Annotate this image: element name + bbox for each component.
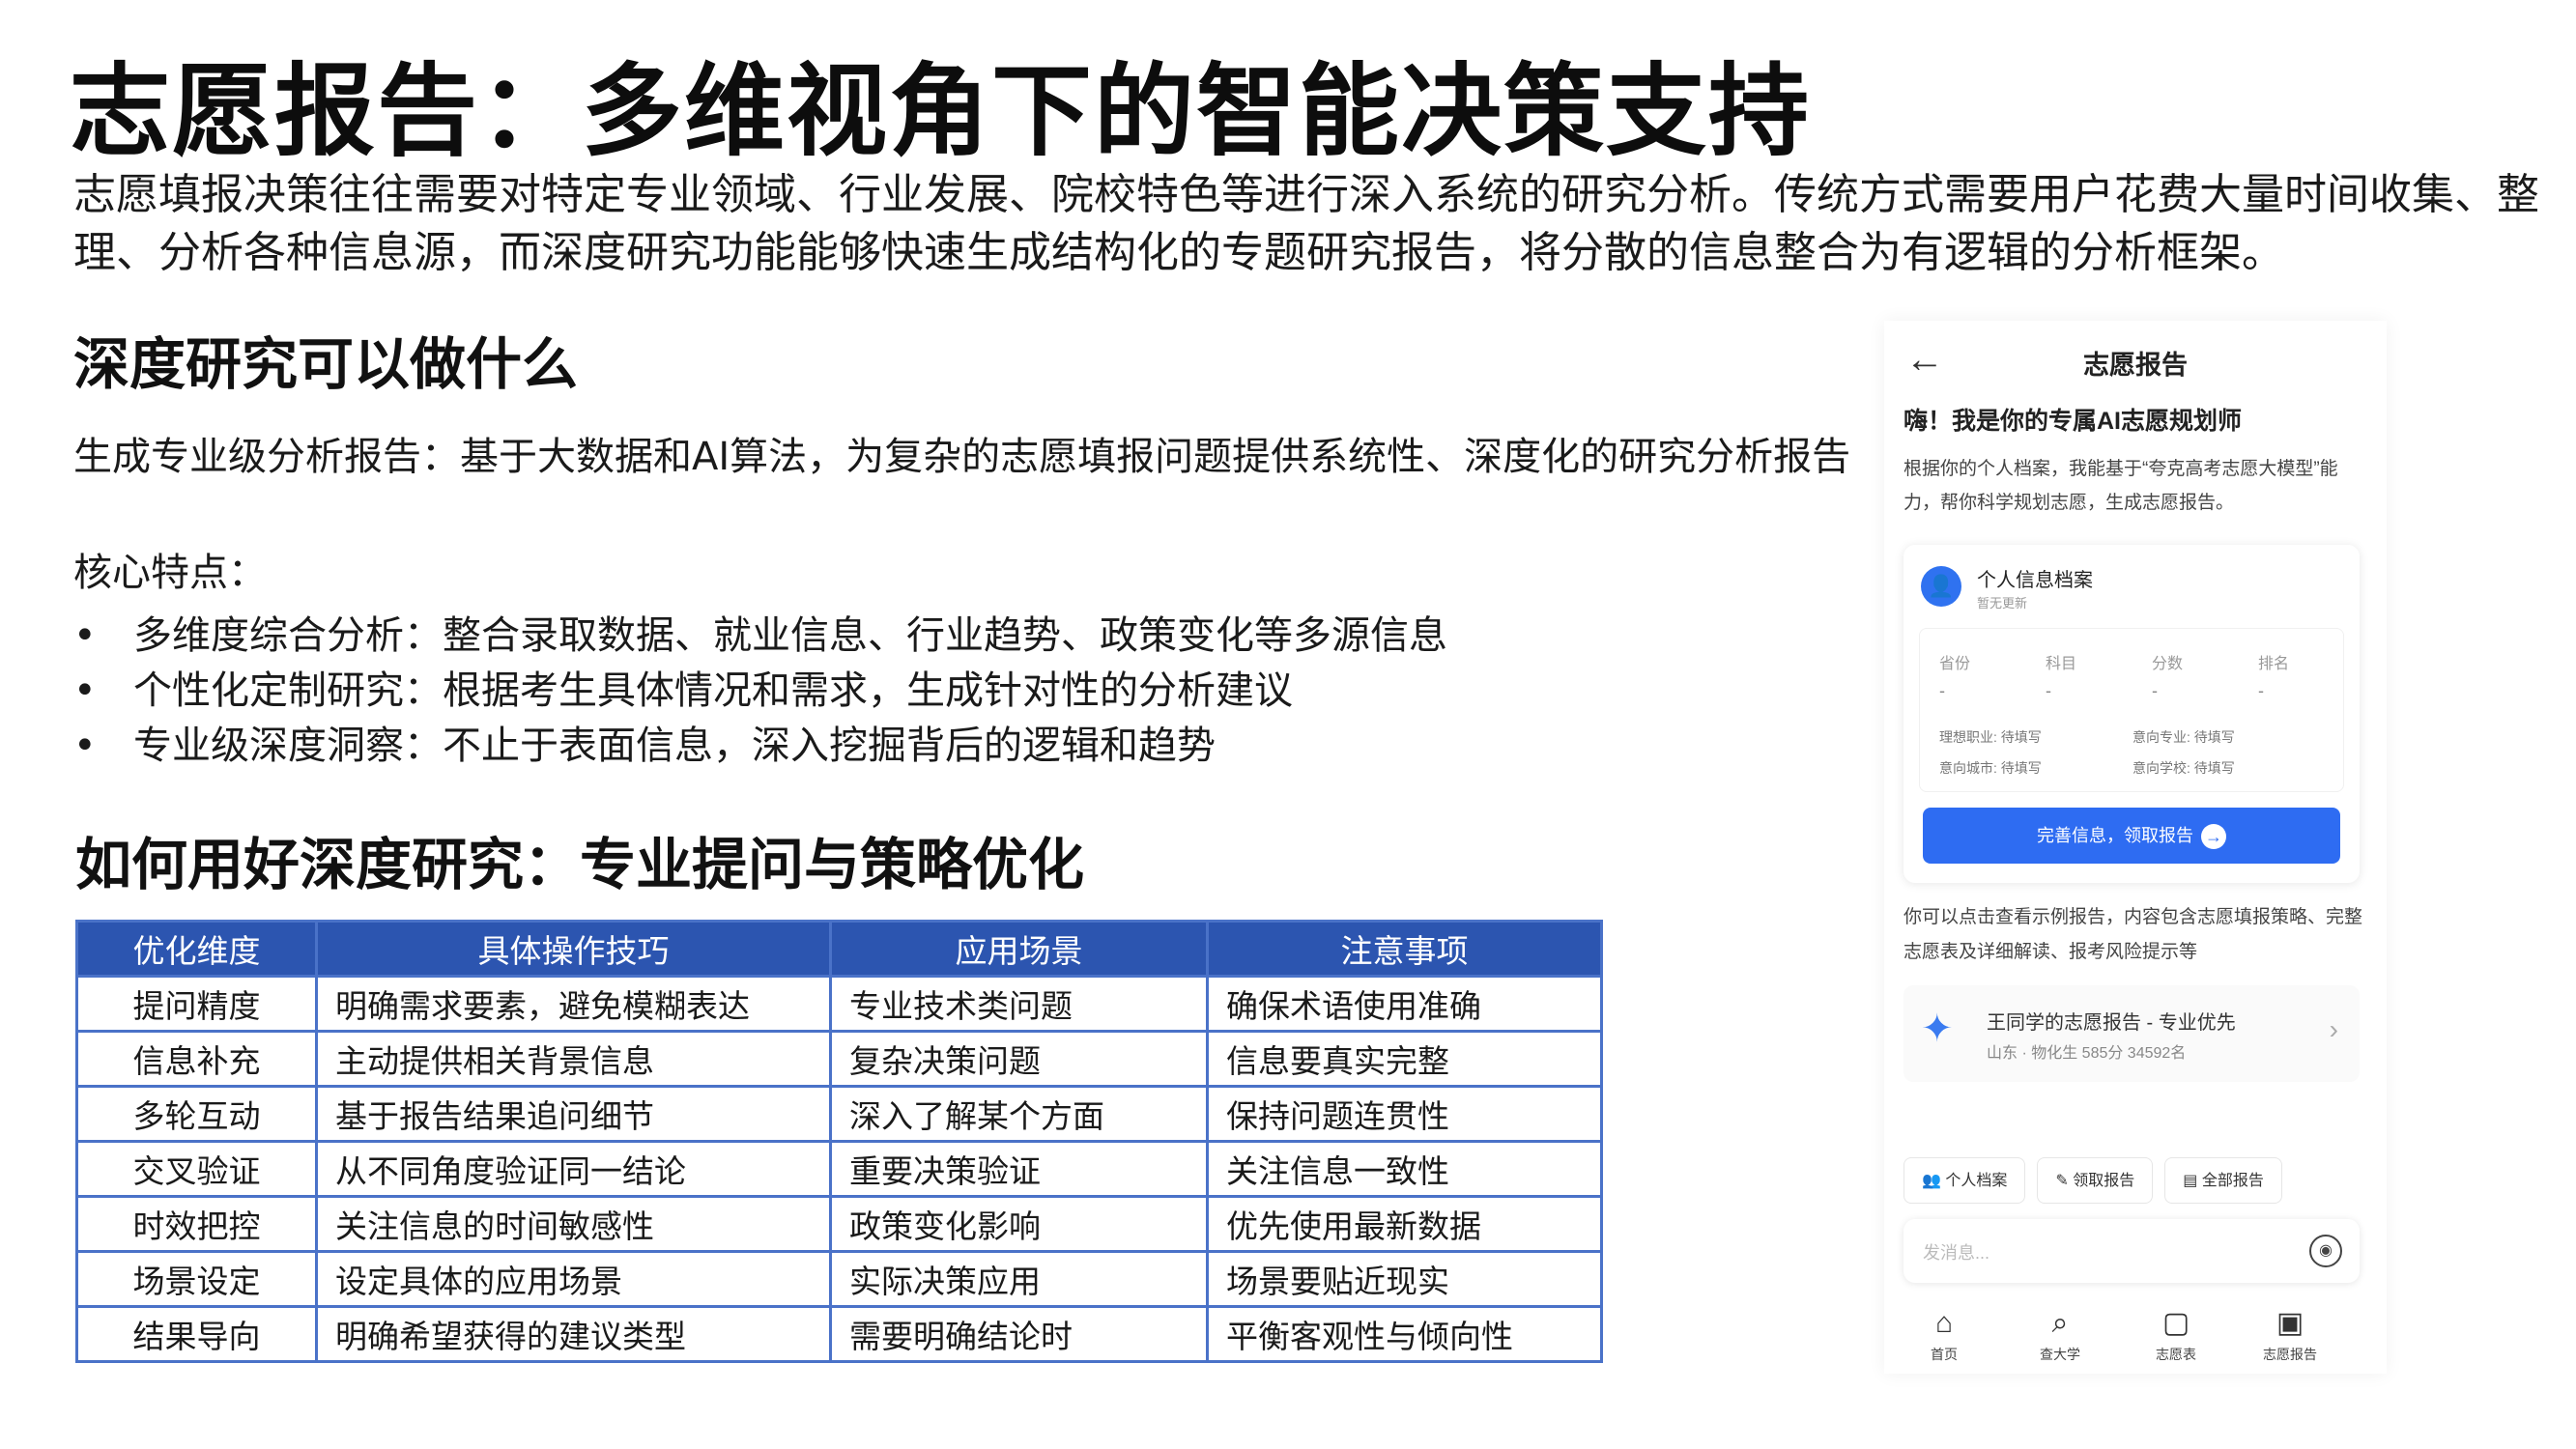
- profile-card-title: 个人信息档案: [1977, 570, 2093, 591]
- table-header: 应用场景: [829, 920, 1209, 978]
- table-cell: 需要明确结论时: [829, 1305, 1209, 1363]
- feature-item: • 个性化定制研究：根据考生具体情况和需求，生成针对性的分析建议: [73, 668, 1293, 713]
- table-header: 注意事项: [1206, 920, 1603, 978]
- table-row: 信息补充 主动提供相关背景信息 复杂决策问题 信息要真实完整: [75, 1030, 1603, 1088]
- user-icon: 👤: [1921, 566, 1961, 607]
- table-cell: 交叉验证: [75, 1140, 318, 1198]
- table-cell: 主动提供相关背景信息: [315, 1030, 832, 1088]
- table-cell: 场景设定: [75, 1250, 318, 1308]
- chip-all-reports[interactable]: ▤ 全部报告: [2164, 1157, 2282, 1204]
- section2-heading: 如何用好深度研究：专业提问与策略优化: [75, 832, 1085, 897]
- home-icon: ⌂: [1934, 1307, 1954, 1339]
- phone-screenshot: ← 志愿报告 嗨！我是你的专属AI志愿规划师 根据你的个人档案，我能基于“夸克高…: [1884, 321, 2387, 1374]
- table-row: 场景设定 设定具体的应用场景 实际决策应用 场景要贴近现实: [75, 1250, 1603, 1308]
- feature-list: • 多维度综合分析：整合录取数据、就业信息、行业趋势、政策变化等多源信息 • 个性化…: [73, 609, 1447, 774]
- quick-actions: 👥 个人档案 ✎ 领取报告 ▤ 全部报告: [1903, 1157, 2294, 1204]
- table-cell: 明确希望获得的建议类型: [315, 1305, 832, 1363]
- grid-label: 分数: [2152, 656, 2184, 672]
- table-cell: 结果导向: [75, 1305, 318, 1363]
- table-cell: 平衡客观性与倾向性: [1206, 1305, 1603, 1363]
- table-cell: 从不同角度验证同一结论: [315, 1140, 832, 1198]
- grid-label: 排名: [2258, 656, 2290, 672]
- profile-card: 👤 个人信息档案 暂无更新 省份 科目 分数 排名 - - - - 理想职业: …: [1903, 545, 2360, 883]
- table-cell: 深入了解某个方面: [829, 1085, 1209, 1143]
- chip-profile[interactable]: 👥 个人档案: [1903, 1157, 2026, 1204]
- table-row: 提问精度 明确需求要素，避免模糊表达 专业技术类问题 确保术语使用准确: [75, 975, 1603, 1033]
- example-hint: 你可以点击查看示例报告，内容包含志愿填报策略、完整志愿表及详细解读、报考风险提示…: [1903, 907, 2363, 962]
- table-cell: 明确需求要素，避免模糊表达: [315, 975, 832, 1033]
- table-header: 优化维度: [75, 920, 318, 978]
- table-cell: 重要决策验证: [829, 1140, 1209, 1198]
- assistant-greeting: 嗨！我是你的专属AI志愿规划师: [1903, 408, 2243, 435]
- table-cell: 基于报告结果追问细节: [315, 1085, 832, 1143]
- page-title: 志愿报告：多维视角下的智能决策支持: [70, 52, 1812, 170]
- kv-item: 理想职业: 待填写: [1939, 729, 2042, 745]
- profile-grid: 省份 科目 分数 排名 - - - - 理想职业: 待填写 意向专业: 待填写 …: [1919, 628, 2344, 792]
- table-cell: 关注信息的时间敏感性: [315, 1195, 832, 1253]
- table-cell: 时效把控: [75, 1195, 318, 1253]
- grid-label: 科目: [2046, 656, 2077, 672]
- grid-value: -: [1939, 681, 1945, 700]
- tab-search-university[interactable]: ⌕ 查大学: [2012, 1306, 2108, 1364]
- table-cell: 保持问题连贯性: [1206, 1085, 1603, 1143]
- document-icon: ▤: [2183, 1173, 2202, 1189]
- grid-value: -: [2258, 681, 2264, 700]
- report-icon: ▣: [2275, 1307, 2304, 1339]
- message-input[interactable]: 发消息... ◉: [1903, 1219, 2360, 1283]
- chevron-right-icon: ›: [2329, 1014, 2338, 1044]
- table-cell: 关注信息一致性: [1206, 1140, 1603, 1198]
- grid-label: 省份: [1939, 656, 1971, 672]
- edit-icon: ✎: [2055, 1173, 2074, 1189]
- table-row: 结果导向 明确希望获得的建议类型 需要明确结论时 平衡客观性与倾向性: [75, 1305, 1603, 1363]
- feature-item: • 多维度综合分析：整合录取数据、就业信息、行业趋势、政策变化等多源信息: [73, 613, 1447, 658]
- kv-item: 意向城市: 待填写: [1939, 760, 2042, 776]
- sample-report-title: 王同学的志愿报告 - 专业优先: [1987, 1012, 2236, 1034]
- tab-application-form[interactable]: ▢ 志愿表: [2128, 1306, 2224, 1364]
- table-cell: 优先使用最新数据: [1206, 1195, 1603, 1253]
- message-placeholder: 发消息...: [1923, 1243, 1990, 1263]
- table-row: 交叉验证 从不同角度验证同一结论 重要决策验证 关注信息一致性: [75, 1140, 1603, 1198]
- arrow-right-icon: →: [2201, 824, 2226, 850]
- section1-heading: 深度研究可以做什么: [73, 331, 579, 397]
- voice-icon[interactable]: ◉: [2309, 1235, 2342, 1267]
- assistant-description: 根据你的个人档案，我能基于“夸克高考志愿大模型”能力，帮你科学规划志愿，生成志愿…: [1903, 459, 2338, 513]
- kv-item: 意向专业: 待填写: [2132, 729, 2235, 745]
- table-cell: 设定具体的应用场景: [315, 1250, 832, 1308]
- phone-title: 志愿报告: [2083, 351, 2188, 380]
- table-cell: 确保术语使用准确: [1206, 975, 1603, 1033]
- table-cell: 政策变化影响: [829, 1195, 1209, 1253]
- table-row: 多轮互动 基于报告结果追问细节 深入了解某个方面 保持问题连贯性: [75, 1085, 1603, 1143]
- table-cell: 信息补充: [75, 1030, 318, 1088]
- feature-item: • 专业级深度洞察：不止于表面信息，深入挖掘背后的逻辑和趋势: [73, 724, 1216, 768]
- form-icon: ▢: [2161, 1307, 2190, 1339]
- table-cell: 提问精度: [75, 975, 318, 1033]
- tab-home[interactable]: ⌂ 首页: [1896, 1306, 1992, 1364]
- grid-value: -: [2046, 681, 2051, 700]
- table-cell: 信息要真实完整: [1206, 1030, 1603, 1088]
- table-header: 具体操作技巧: [315, 920, 832, 978]
- table-cell: 复杂决策问题: [829, 1030, 1209, 1088]
- sparkle-icon: ✦: [1921, 1008, 1954, 1050]
- search-icon: ⌕: [2051, 1307, 2069, 1339]
- tab-report[interactable]: ▣ 志愿报告: [2242, 1306, 2338, 1364]
- profile-card-subtitle: 暂无更新: [1977, 596, 2028, 611]
- bottom-tab-bar: ⌂ 首页 ⌕ 查大学 ▢ 志愿表 ▣ 志愿报告: [1884, 1296, 2387, 1374]
- intro-paragraph: 志愿填报决策往往需要对特定专业领域、行业发展、院校特色等进行深入系统的研究分析。…: [73, 170, 2539, 277]
- chip-claim-report[interactable]: ✎ 领取报告: [2037, 1157, 2154, 1204]
- user-icon: 👥: [1922, 1173, 1946, 1189]
- sample-report-subtitle: 山东 · 物化生 585分 34592名: [1987, 1045, 2187, 1062]
- claim-report-button[interactable]: 完善信息，领取报告 →: [1923, 808, 2340, 864]
- tips-table: 优化维度 具体操作技巧 应用场景 注意事项 提问精度 明确需求要素，避免模糊表达…: [75, 920, 1603, 1363]
- section1-summary: 生成专业级分析报告：基于大数据和AI算法，为复杂的志愿填报问题提供系统性、深度化…: [73, 435, 1851, 479]
- table-cell: 专业技术类问题: [829, 975, 1209, 1033]
- table-cell: 场景要贴近现实: [1206, 1250, 1603, 1308]
- table-cell: 多轮互动: [75, 1085, 318, 1143]
- table-cell: 实际决策应用: [829, 1250, 1209, 1308]
- table-row: 时效把控 关注信息的时间敏感性 政策变化影响 优先使用最新数据: [75, 1195, 1603, 1253]
- features-label: 核心特点：: [73, 551, 267, 595]
- grid-value: -: [2152, 681, 2158, 700]
- sample-report-card[interactable]: ✦ 王同学的志愿报告 - 专业优先 山东 · 物化生 585分 34592名 ›: [1903, 985, 2360, 1082]
- kv-item: 意向学校: 待填写: [2132, 760, 2235, 776]
- table-header-row: 优化维度 具体操作技巧 应用场景 注意事项: [75, 920, 1603, 978]
